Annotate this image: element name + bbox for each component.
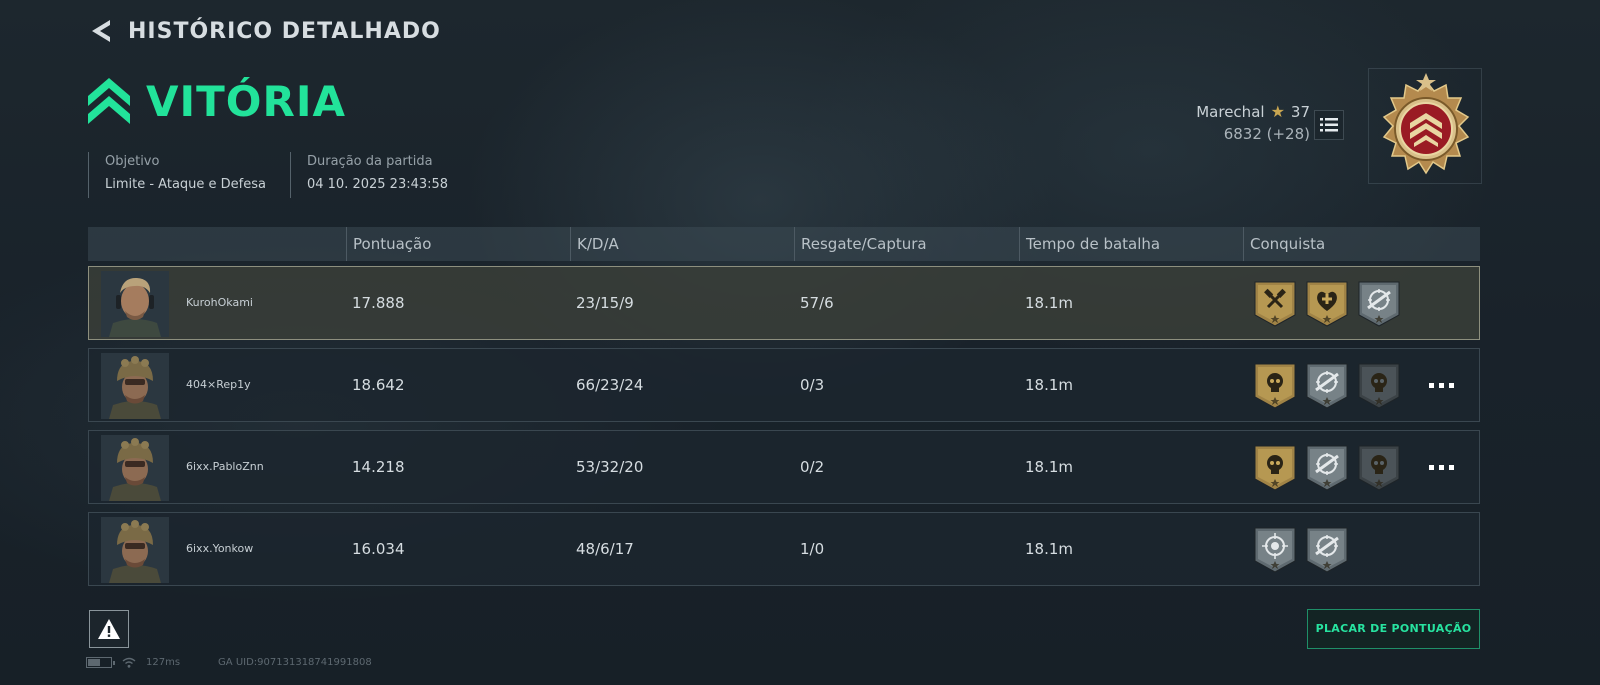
player-avatar [101,517,169,583]
achievement-badges [1254,527,1348,573]
column-header-rescue: Resgate/Captura [794,227,927,261]
silver-sniper-badge-icon[interactable] [1306,363,1348,409]
ping-value: 127ms [146,657,181,668]
header-bar: HISTÓRICO DETALHADO [88,16,441,46]
player-kda: 23/15/9 [576,294,634,312]
rank-title: Marechal [1196,102,1265,121]
duration-block: Duração da partida 04 10. 2025 23:43:58 [289,152,472,198]
player-score: 16.034 [352,540,405,558]
match-meta: Objetivo Limite - Ataque e Defesa Duraçã… [88,152,472,198]
rank-chevron-icon [88,78,130,124]
silver-sniper-badge-icon[interactable] [1306,527,1348,573]
marechal-medal-icon [1382,73,1470,175]
player-battle-time: 18.1m [1025,540,1074,558]
gold-skull-badge-icon[interactable] [1254,363,1296,409]
warning-icon [98,619,120,639]
silver-crosshair-badge-icon[interactable] [1254,527,1296,573]
player-rescue-capture: 0/3 [800,376,825,394]
dark-skull-badge-icon[interactable] [1358,363,1400,409]
player-rescue-capture: 57/6 [800,294,834,312]
column-header-battle-time: Tempo de batalha [1019,227,1160,261]
player-rescue-capture: 0/2 [800,458,825,476]
match-detail-page: HISTÓRICO DETALHADO VITÓRIA Objetivo Lim… [0,0,1600,685]
gold-skull-badge-icon[interactable] [1254,445,1296,491]
rank-level: 37 [1290,102,1310,121]
wifi-icon [122,657,136,668]
silver-sniper-badge-icon[interactable] [1306,445,1348,491]
rank-list-button[interactable] [1314,110,1344,140]
player-kda: 48/6/17 [576,540,634,558]
objective-value: Limite - Ataque e Defesa [105,177,266,192]
scoreboard-header: Pontuação K/D/A Resgate/Captura Tempo de… [88,227,1480,261]
page-title: HISTÓRICO DETALHADO [128,18,441,44]
status-bar: 127ms GA UID:907131318741991808 [86,657,372,668]
duration-value: 04 10. 2025 23:43:58 [306,177,449,192]
player-battle-time: 18.1m [1025,294,1074,312]
silver-sniper-badge-icon[interactable] [1358,281,1400,327]
player-score: 17.888 [352,294,405,312]
player-row[interactable]: KurohOkami 17.888 23/15/9 57/6 18.1m [88,266,1480,340]
player-name: 6ixx.PabloZnn [186,460,264,473]
battery-icon [86,657,115,668]
column-header-score: Pontuação [346,227,431,261]
objective-block: Objetivo Limite - Ataque e Defesa [88,152,290,198]
achievement-badges [1254,445,1400,491]
back-arrow-icon[interactable] [88,18,114,44]
more-options-button[interactable] [1429,377,1461,393]
scoreboard-button[interactable]: PLACAR DE PONTUAÇÃO [1307,609,1480,649]
player-avatar [101,353,169,419]
player-kda: 53/32/20 [576,458,644,476]
player-row[interactable]: 404×Rep1y 18.642 66/23/24 0/3 18.1m [88,348,1480,422]
player-name: KurohOkami [186,296,253,309]
gold-hammer-badge-icon[interactable] [1254,281,1296,327]
duration-label: Duração da partida [306,154,433,169]
result-title: VITÓRIA [146,76,346,126]
objective-label: Objetivo [105,154,160,169]
player-battle-time: 18.1m [1025,458,1074,476]
rank-medal [1368,68,1482,184]
list-icon [1320,118,1338,132]
player-row[interactable]: 6ixx.Yonkow 16.034 48/6/17 1/0 18.1m [88,512,1480,586]
more-options-button[interactable] [1429,459,1461,475]
player-name: 404×Rep1y [186,378,251,391]
player-name: 6ixx.Yonkow [186,542,254,555]
achievement-badges [1254,363,1400,409]
player-rank: Marechal ★ 37 6832 (+28) [1196,102,1310,143]
report-button[interactable] [89,610,129,648]
dark-skull-badge-icon[interactable] [1358,445,1400,491]
player-avatar [101,271,169,337]
match-result: VITÓRIA [88,76,346,126]
player-avatar [101,435,169,501]
player-battle-time: 18.1m [1025,376,1074,394]
player-row[interactable]: 6ixx.PabloZnn 14.218 53/32/20 0/2 18.1m [88,430,1480,504]
gold-medic-badge-icon[interactable] [1306,281,1348,327]
player-score: 14.218 [352,458,405,476]
star-icon: ★ [1270,102,1285,121]
column-header-kda: K/D/A [570,227,619,261]
achievement-badges [1254,281,1400,327]
player-kda: 66/23/24 [576,376,644,394]
column-header-achievements: Conquista [1243,227,1325,261]
rank-xp: 6832 (+28) [1223,125,1310,143]
player-score: 18.642 [352,376,405,394]
user-uid: GA UID:907131318741991808 [218,657,372,668]
player-rescue-capture: 1/0 [800,540,825,558]
